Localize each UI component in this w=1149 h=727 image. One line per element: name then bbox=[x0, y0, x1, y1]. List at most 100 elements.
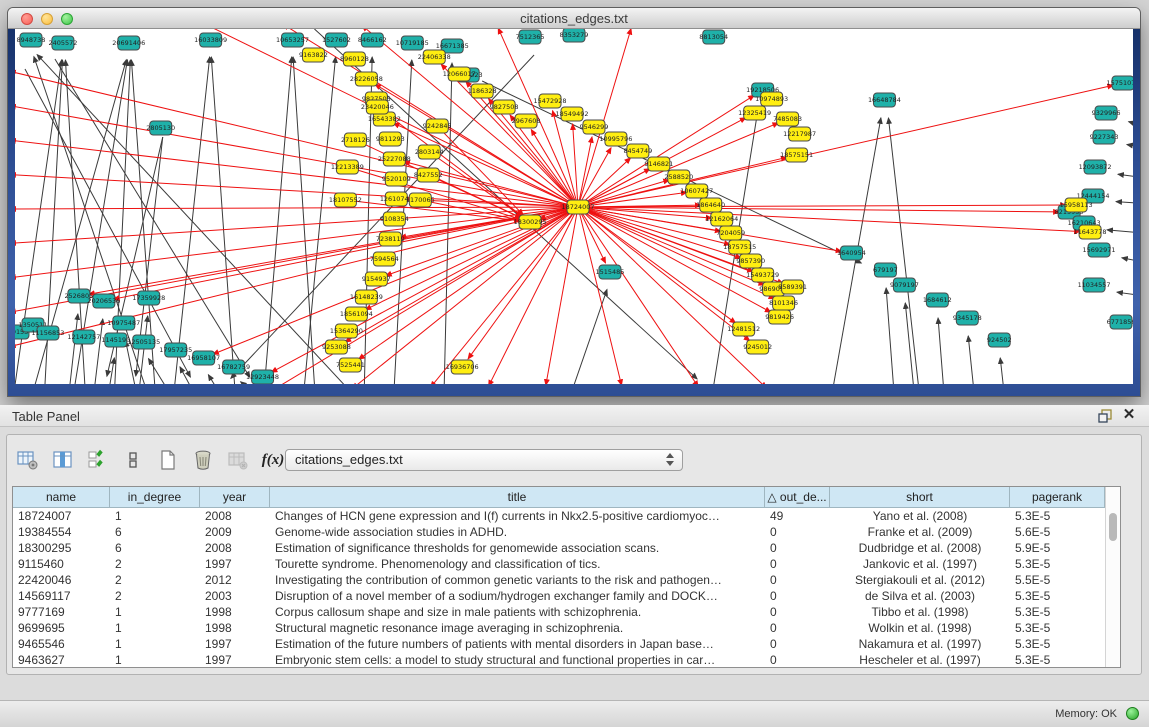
graph-node-yellow[interactable]: 16148239 bbox=[350, 290, 383, 304]
table-row[interactable]: 969969511998Structural magnetic resonanc… bbox=[13, 620, 1120, 636]
graph-node-teal[interactable]: 10653257 bbox=[276, 33, 309, 47]
graph-node-yellow[interactable]: 2718126 bbox=[341, 133, 370, 147]
graph-node-yellow[interactable]: 12162064 bbox=[705, 212, 738, 226]
graph-node-teal[interactable]: 1640954 bbox=[837, 246, 866, 260]
select-rows-icon[interactable] bbox=[85, 447, 111, 473]
graph-node-teal[interactable]: 15751074 bbox=[1107, 76, 1133, 90]
graph-node-yellow[interactable]: 18757515 bbox=[723, 240, 756, 254]
graph-node-yellow[interactable]: 1170065 bbox=[406, 193, 435, 207]
graph-node-yellow[interactable]: 9108354 bbox=[380, 212, 409, 226]
graph-node-yellow[interactable]: 15472928 bbox=[534, 94, 567, 108]
graph-node-teal[interactable]: 17359928 bbox=[132, 291, 165, 305]
graph-node-teal[interactable]: 8948738 bbox=[17, 33, 46, 47]
graph-node-yellow[interactable]: 7594564 bbox=[370, 252, 399, 266]
graph-node-teal[interactable]: 1684612 bbox=[923, 293, 952, 307]
float-panel-icon[interactable] bbox=[1097, 408, 1113, 424]
graph-node-yellow[interactable]: 15364290 bbox=[330, 324, 363, 338]
graph-node-teal[interactable]: 10975487 bbox=[107, 316, 140, 330]
graph-node-yellow[interactable]: 9163822 bbox=[299, 48, 328, 62]
graph-node-yellow[interactable]: 9520109 bbox=[382, 172, 411, 186]
column-visibility-icon[interactable] bbox=[50, 447, 76, 473]
graph-node-yellow[interactable]: 7525441 bbox=[336, 358, 365, 372]
graph-node-teal[interactable]: 9227343 bbox=[1090, 130, 1119, 144]
graph-node-teal[interactable]: 16958107 bbox=[187, 351, 220, 365]
graph-node-yellow[interactable]: 9154937 bbox=[362, 272, 391, 286]
window-titlebar[interactable]: citations_edges.txt bbox=[8, 8, 1140, 29]
graph-node-teal[interactable]: 8466162 bbox=[358, 33, 387, 47]
column-header-title[interactable]: title bbox=[270, 487, 765, 508]
graph-node-yellow[interactable]: 9245012 bbox=[743, 340, 772, 354]
network-view[interactable]: 89487382405572 20691406 16033809 10653257 15… bbox=[15, 29, 1133, 384]
table-row[interactable]: 1938455462009Genome-wide association stu… bbox=[13, 524, 1120, 540]
graph-node-yellow[interactable]: 10607427 bbox=[680, 184, 713, 198]
graph-node-yellow[interactable]: 2588520 bbox=[664, 170, 693, 184]
graph-node-teal[interactable]: 2405572 bbox=[48, 36, 77, 50]
column-header-in_degree[interactable]: in_degree bbox=[110, 487, 200, 508]
graph-node-teal[interactable]: 679197 bbox=[873, 263, 898, 277]
graph-node-teal[interactable]: 9079197 bbox=[890, 278, 919, 292]
graph-node-teal[interactable]: 1515485 bbox=[596, 265, 625, 279]
graph-node-yellow[interactable]: 16936706 bbox=[446, 360, 479, 374]
graph-node-teal[interactable]: 12142757 bbox=[67, 330, 100, 344]
table-row[interactable]: 1872400712008Changes of HCN gene express… bbox=[13, 508, 1120, 524]
memory-status-icon[interactable] bbox=[1126, 707, 1139, 720]
graph-node-yellow[interactable]: 18107552 bbox=[329, 193, 362, 207]
graph-node-yellow[interactable]: 7204059 bbox=[716, 226, 745, 240]
graph-node-yellow[interactable]: 12213389 bbox=[331, 160, 364, 174]
graph-node-yellow[interactable]: 22406338 bbox=[418, 50, 451, 64]
graph-node-yellow[interactable]: 8427552 bbox=[414, 168, 443, 182]
delete-table-icon[interactable] bbox=[225, 447, 251, 473]
graph-node-teal[interactable]: 16782759 bbox=[217, 360, 250, 374]
graph-node-teal[interactable]: 16648784 bbox=[868, 93, 901, 107]
graph-node-teal[interactable]: 8813054 bbox=[699, 30, 728, 44]
graph-node-yellow[interactable]: 8960128 bbox=[340, 52, 369, 66]
graph-node-teal[interactable]: 7512365 bbox=[516, 30, 545, 44]
table-row[interactable]: 946362711997Embryonic stem cells: a mode… bbox=[13, 652, 1120, 668]
graph-node-teal[interactable]: 924502 bbox=[987, 333, 1012, 347]
column-header-year[interactable]: year bbox=[200, 487, 270, 508]
graph-node-yellow[interactable]: 2803144 bbox=[415, 145, 444, 159]
graph-node-yellow[interactable]: 10995796 bbox=[599, 132, 632, 146]
graph-node-teal[interactable]: 20206536 bbox=[87, 294, 120, 308]
graph-node-teal[interactable]: 8353279 bbox=[560, 29, 589, 42]
new-column-icon[interactable] bbox=[155, 447, 181, 473]
graph-node-teal[interactable]: 1527602 bbox=[322, 33, 351, 47]
table-scrollbar[interactable] bbox=[1105, 487, 1120, 667]
graph-node-teal[interactable]: 16033809 bbox=[194, 33, 227, 47]
graph-node-yellow[interactable]: 9811293 bbox=[376, 132, 405, 146]
graph-node-yellow[interactable]: 7485083 bbox=[773, 112, 802, 126]
network-canvas[interactable]: 89487382405572 20691406 16033809 10653257 15… bbox=[15, 29, 1133, 384]
function-builder-icon[interactable]: f(x) bbox=[260, 447, 286, 473]
graph-node-yellow[interactable]: 9546299 bbox=[580, 120, 609, 134]
graph-node-teal[interactable]: 9345178 bbox=[953, 311, 982, 325]
graph-node-teal[interactable]: 15692971 bbox=[1083, 243, 1116, 257]
graph-node-yellow[interactable]: 8589391 bbox=[778, 280, 807, 294]
table-row[interactable]: 1830029562008Estimation of significance … bbox=[13, 540, 1120, 556]
table-row[interactable]: 911546021997Tourette syndrome. Phenomeno… bbox=[13, 556, 1120, 572]
close-panel-icon[interactable]: ✕ bbox=[1121, 406, 1137, 424]
graph-node-yellow[interactable]: 12217987 bbox=[783, 127, 816, 141]
table-selector-dropdown[interactable]: citations_edges.txt bbox=[285, 449, 683, 471]
graph-node-yellow[interactable]: 10974893 bbox=[755, 92, 788, 106]
delete-column-icon[interactable] bbox=[190, 447, 216, 473]
graph-node-yellow[interactable]: 11643778 bbox=[1074, 225, 1107, 239]
graph-node-teal[interactable]: 9329966 bbox=[1092, 106, 1121, 120]
column-header-name[interactable]: name bbox=[13, 487, 110, 508]
column-header-out_de[interactable]: △ out_de... bbox=[765, 487, 830, 508]
table-row[interactable]: 1456911722003Disruption of a novel membe… bbox=[13, 588, 1120, 604]
row-height-icon[interactable] bbox=[120, 447, 146, 473]
graph-node-yellow[interactable]: 2967608 bbox=[512, 114, 541, 128]
graph-node-yellow[interactable]: 9857390 bbox=[736, 254, 765, 268]
graph-node-yellow[interactable]: 9819426 bbox=[765, 310, 794, 324]
graph-node-teal[interactable]: 11156853 bbox=[31, 326, 64, 340]
graph-node-teal[interactable]: 12093872 bbox=[1079, 160, 1112, 174]
graph-node-teal[interactable]: 12923448 bbox=[246, 370, 279, 384]
table-row[interactable]: 977716911998Corpus callosum shape and si… bbox=[13, 604, 1120, 620]
graph-node-teal[interactable]: 10719185 bbox=[396, 36, 429, 50]
graph-node-yellow[interactable]: 12325419 bbox=[738, 106, 771, 120]
table-options-icon[interactable] bbox=[15, 447, 41, 473]
scrollbar-thumb[interactable] bbox=[1109, 513, 1117, 541]
graph-node-yellow[interactable]: 9253088 bbox=[322, 340, 351, 354]
graph-node-teal[interactable]: 1145190 bbox=[101, 333, 130, 347]
graph-node-teal[interactable]: 20691406 bbox=[112, 36, 145, 50]
